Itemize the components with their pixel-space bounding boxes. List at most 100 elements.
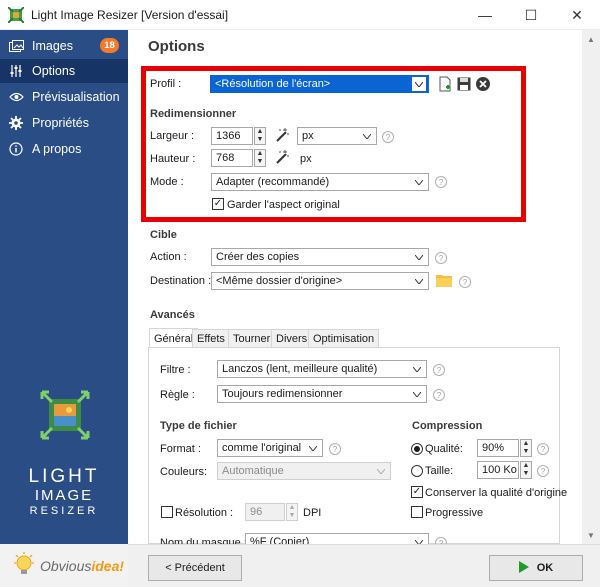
close-button[interactable]: ✕ xyxy=(554,0,600,30)
window-title: Light Image Resizer [Version d'essai] xyxy=(31,8,229,22)
delete-profile-icon[interactable] xyxy=(475,76,491,92)
resolution-input[interactable]: 96 xyxy=(245,503,285,521)
help-icon[interactable]: ? xyxy=(537,443,549,455)
brand-line-3: RESIZER xyxy=(29,505,99,517)
company-name-part1: Obvious xyxy=(40,558,92,574)
mode-select[interactable]: Adapter (recommandé) xyxy=(211,173,429,191)
tab-misc[interactable]: Divers xyxy=(271,329,313,347)
height-unit: px xyxy=(300,153,312,165)
height-stepper[interactable]: ▲ ▼ xyxy=(254,149,266,167)
action-select[interactable]: Créer des copies xyxy=(211,248,429,266)
help-icon[interactable]: ? xyxy=(435,252,447,264)
chevron-down-icon xyxy=(412,274,426,288)
minimize-button[interactable]: — xyxy=(462,0,508,30)
sidebar-item-options[interactable]: Options xyxy=(0,59,128,83)
ok-button[interactable]: OK xyxy=(489,555,583,581)
help-icon[interactable]: ? xyxy=(537,465,549,477)
chevron-down-icon xyxy=(412,175,426,189)
profile-label: Profil : xyxy=(150,78,182,90)
chevron-down-icon xyxy=(412,77,426,91)
previous-button[interactable]: < Précédent xyxy=(148,555,242,581)
keep-quality-checkbox[interactable]: ✓ xyxy=(411,486,423,498)
help-icon[interactable]: ? xyxy=(433,389,445,401)
format-select-value: comme l'original xyxy=(222,442,302,454)
resolution-checkbox[interactable] xyxy=(161,506,173,518)
height-input[interactable]: 768 xyxy=(211,149,253,167)
resolution-label: Résolution : xyxy=(175,507,234,519)
colors-select[interactable]: Automatique xyxy=(217,462,391,480)
size-input[interactable]: 100 Ko xyxy=(477,461,519,479)
tab-effects[interactable]: Effets xyxy=(192,329,230,347)
folder-icon[interactable] xyxy=(436,273,452,287)
destination-select[interactable]: <Même dossier d'origine> xyxy=(211,272,429,290)
tab-rotate[interactable]: Tourner xyxy=(228,329,276,347)
brand-line-2: IMAGE xyxy=(34,487,94,504)
destination-label: Destination : xyxy=(150,275,212,287)
help-icon[interactable]: ? xyxy=(433,364,445,376)
image-count-badge: 18 xyxy=(100,38,119,53)
help-icon[interactable]: ? xyxy=(329,443,341,455)
help-icon[interactable]: ? xyxy=(382,131,394,143)
tab-optimization[interactable]: Optimisation xyxy=(308,329,380,347)
keep-aspect-label: Garder l'aspect original xyxy=(227,199,340,211)
quality-stepper[interactable]: ▲ ▼ xyxy=(520,439,532,457)
filter-label: Filtre : xyxy=(160,364,191,376)
chevron-down-icon xyxy=(412,250,426,264)
new-profile-icon[interactable] xyxy=(437,76,453,92)
keep-aspect-checkbox[interactable]: ✓ xyxy=(212,198,224,210)
width-label: Largeur : xyxy=(150,130,195,142)
profile-select-value: <Résolution de l'écran> xyxy=(215,78,331,90)
height-label: Hauteur : xyxy=(150,153,196,165)
destination-select-value: <Même dossier d'origine> xyxy=(216,275,343,287)
play-icon xyxy=(518,560,529,576)
sidebar-item-about[interactable]: A propos xyxy=(0,137,128,161)
mode-label: Mode : xyxy=(150,176,184,188)
progressive-label: Progressive xyxy=(425,507,484,519)
resize-heading: Redimensionner xyxy=(150,108,237,120)
compression-heading: Compression xyxy=(412,420,483,432)
target-heading: Cible xyxy=(150,229,177,241)
sidebar-item-preview[interactable]: Prévisualisation xyxy=(0,85,128,109)
ok-label: OK xyxy=(536,562,554,574)
sidebar-item-label: A propos xyxy=(32,142,82,156)
width-stepper[interactable]: ▲ ▼ xyxy=(254,127,266,145)
resolution-unit: DPI xyxy=(303,507,322,519)
sidebar-item-properties[interactable]: Propriétés xyxy=(0,111,128,135)
chevron-down-icon xyxy=(374,464,388,478)
help-icon[interactable]: ? xyxy=(435,176,447,188)
maximize-button[interactable]: ☐ xyxy=(508,0,554,30)
page-title: Options xyxy=(148,38,205,55)
chevron-down-icon xyxy=(410,387,424,401)
chevron-down-icon xyxy=(410,362,424,376)
eye-icon xyxy=(8,89,24,105)
quality-input[interactable]: 90% xyxy=(477,439,519,457)
rule-select[interactable]: Toujours redimensionner xyxy=(217,385,427,403)
company-logo-text: Obviousidea! xyxy=(40,558,124,574)
chevron-down-icon xyxy=(306,441,320,455)
tab-general[interactable]: Général xyxy=(149,328,199,348)
product-logo xyxy=(40,390,90,440)
options-icon xyxy=(8,63,24,79)
format-select[interactable]: comme l'original xyxy=(217,439,323,457)
company-name-part2: idea! xyxy=(91,558,125,574)
rule-label: Règle : xyxy=(160,389,195,401)
rule-select-value: Toujours redimensionner xyxy=(222,388,343,400)
profile-select[interactable]: <Résolution de l'écran> xyxy=(210,75,429,93)
quality-radio[interactable] xyxy=(411,443,423,455)
size-radio[interactable] xyxy=(411,465,423,477)
save-profile-icon[interactable] xyxy=(456,76,472,92)
unit-select[interactable]: px xyxy=(297,127,377,145)
resolution-stepper[interactable]: ▲ ▼ xyxy=(286,503,298,521)
help-icon[interactable]: ? xyxy=(459,276,471,288)
colors-select-value: Automatique xyxy=(222,465,284,477)
magic-wand-icon[interactable] xyxy=(274,127,290,143)
title-bar: Light Image Resizer [Version d'essai] — … xyxy=(0,0,600,30)
filter-select[interactable]: Lanczos (lent, meilleure qualité) xyxy=(217,360,427,378)
width-input[interactable]: 1366 xyxy=(211,127,253,145)
size-stepper[interactable]: ▲ ▼ xyxy=(520,461,532,479)
progressive-checkbox[interactable] xyxy=(411,506,423,518)
action-select-value: Créer des copies xyxy=(216,251,300,263)
magic-wand-icon[interactable] xyxy=(274,149,290,165)
mode-select-value: Adapter (recommandé) xyxy=(216,176,330,188)
scrollbar[interactable]: ▲ ▼ xyxy=(582,30,600,544)
